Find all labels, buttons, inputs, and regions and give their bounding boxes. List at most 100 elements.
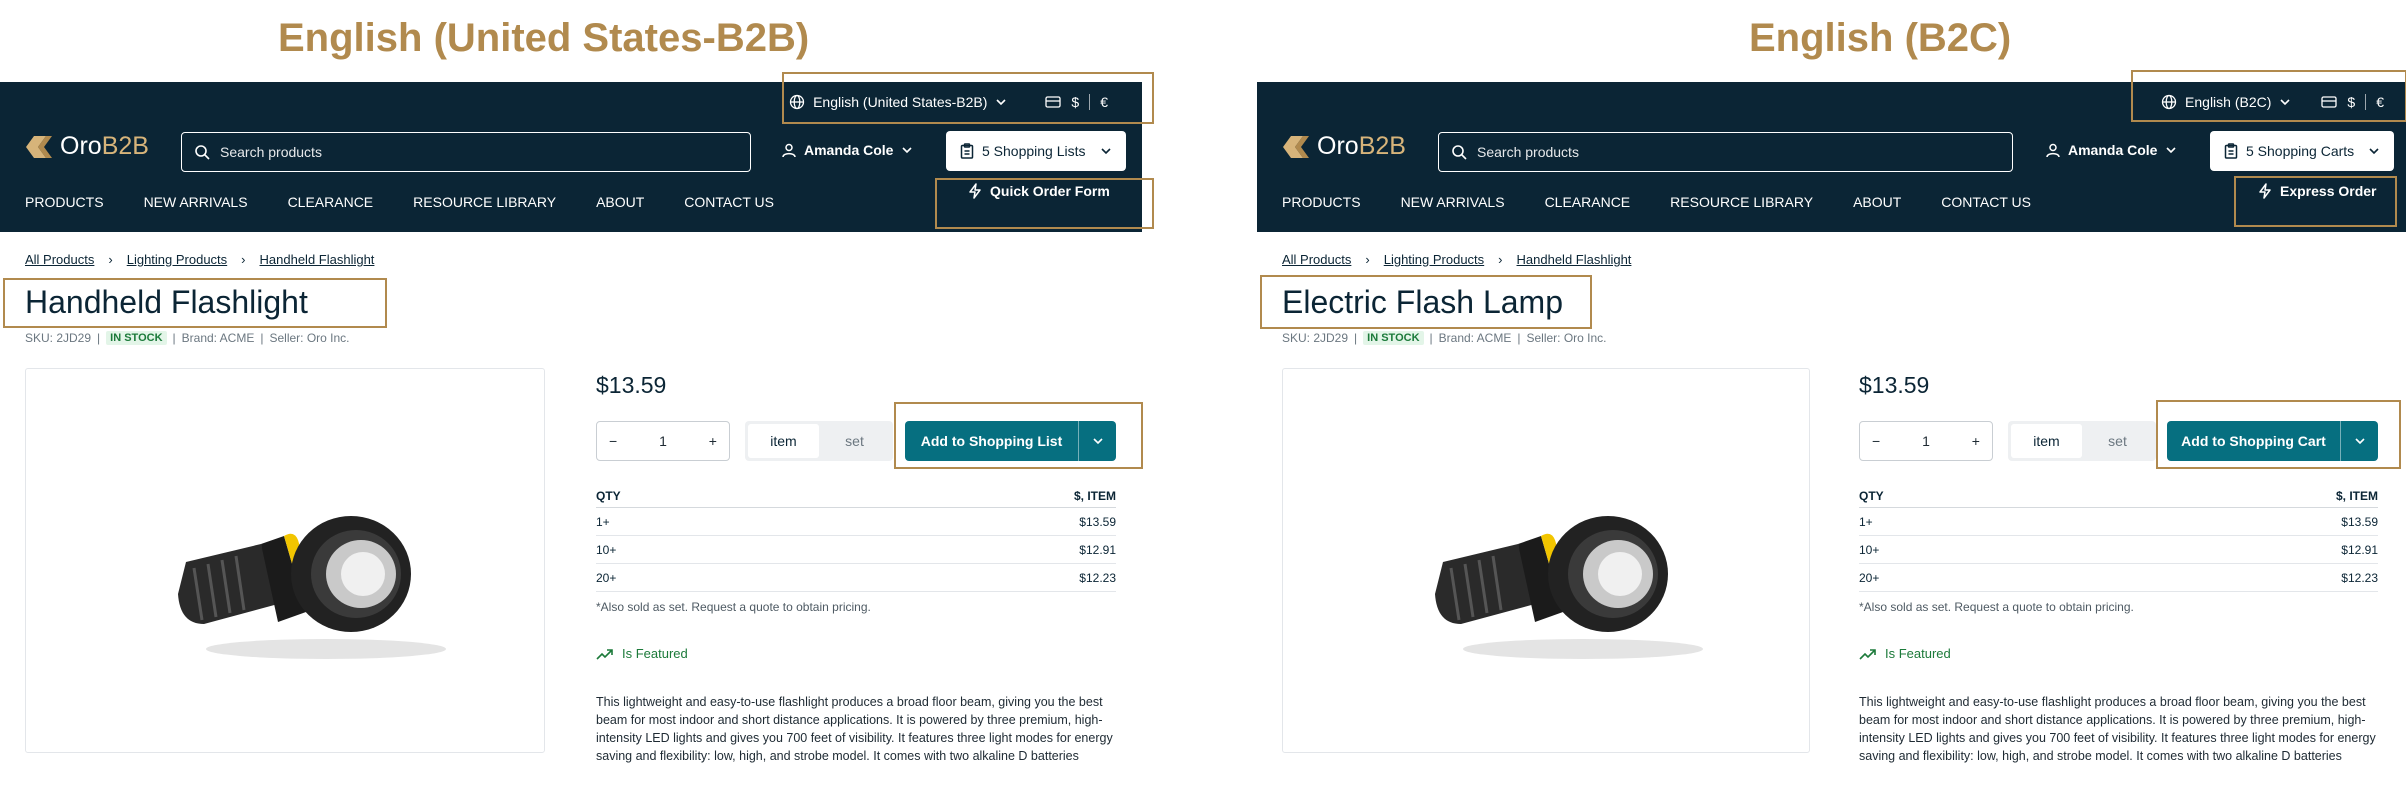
stock-badge: IN STOCK — [106, 331, 167, 345]
chevron-down-icon[interactable] — [1078, 421, 1116, 461]
chevron-right-icon: › — [108, 252, 113, 267]
minus-icon[interactable]: − — [1872, 433, 1880, 449]
unit-item[interactable]: item — [748, 424, 819, 458]
locale-caption: English (B2C) — [1749, 16, 2012, 60]
unit-set[interactable]: set — [2082, 424, 2153, 458]
product-image[interactable] — [1282, 368, 1810, 753]
breadcrumb-all-products[interactable]: All Products — [25, 252, 94, 267]
trending-up-icon — [596, 648, 613, 660]
featured-tag: Is Featured — [1859, 646, 1951, 661]
add-button-label: Add to Shopping Cart — [2181, 433, 2326, 449]
product-title: Electric Flash Lamp — [1282, 284, 1563, 320]
unit-item[interactable]: item — [2011, 424, 2082, 458]
nav-contact-us[interactable]: CONTACT US — [1941, 194, 2031, 210]
table-header: QTY $, ITEM — [1859, 484, 2378, 508]
header-price: $, ITEM — [1073, 488, 1116, 503]
breadcrumb-lighting-products[interactable]: Lighting Products — [1384, 252, 1484, 267]
tier-qty: 10+ — [596, 542, 617, 557]
nav-about[interactable]: ABOUT — [596, 194, 644, 210]
pricing-note: *Also sold as set. Request a quote to ob… — [596, 600, 871, 614]
quantity-stepper: − 1 + — [1859, 421, 1993, 461]
product-description: This lightweight and easy-to-use flashli… — [1859, 695, 2376, 763]
highlight-quick-order — [935, 178, 1154, 229]
breadcrumb-lighting-products[interactable]: Lighting Products — [127, 252, 227, 267]
logo-b2b: B2B — [101, 132, 149, 160]
seller: Seller: Oro Inc. — [269, 331, 350, 345]
quantity-value[interactable]: 1 — [659, 433, 667, 449]
tier-price: $12.91 — [1079, 542, 1116, 557]
shopping-lists-button[interactable]: 5 Shopping Lists — [946, 131, 1126, 171]
logo-icon — [1283, 135, 1309, 158]
search-input[interactable] — [220, 144, 700, 160]
nav-resource-library[interactable]: RESOURCE LIBRARY — [413, 194, 556, 210]
highlight-express-order — [2234, 176, 2397, 227]
search-input[interactable] — [1477, 144, 1957, 160]
user-menu[interactable]: Amanda Cole — [2046, 142, 2177, 158]
header-price: $, ITEM — [2335, 488, 2378, 503]
pricing-note: *Also sold as set. Request a quote to ob… — [1859, 600, 2134, 614]
tier-qty: 10+ — [1859, 542, 1880, 557]
nav-contact-us[interactable]: CONTACT US — [684, 194, 774, 210]
tier-price: $12.23 — [1079, 570, 1116, 585]
nav-new-arrivals[interactable]: NEW ARRIVALS — [1401, 194, 1505, 210]
quantity-value[interactable]: 1 — [1922, 433, 1930, 449]
featured-tag: Is Featured — [596, 646, 688, 661]
logo[interactable]: Oro B2B — [24, 132, 149, 161]
plus-icon[interactable]: + — [1972, 433, 1980, 449]
featured-label: Is Featured — [1885, 646, 1951, 661]
logo[interactable]: Oro B2B — [1281, 132, 1406, 161]
table-row: 10+ $12.91 — [1859, 536, 2378, 564]
shopping-carts-label: 5 Shopping Carts — [2246, 143, 2355, 159]
product-meta: SKU: 2JD29 | IN STOCK | Brand: ACME | Selle… — [25, 331, 350, 345]
nav-products[interactable]: PRODUCTS — [1282, 194, 1361, 210]
chevron-right-icon: › — [1365, 252, 1370, 267]
quantity-stepper: − 1 + — [596, 421, 730, 461]
unit-set[interactable]: set — [819, 424, 890, 458]
chevron-down-icon — [2166, 147, 2177, 154]
breadcrumb-handheld-flashlight[interactable]: Handheld Flashlight — [260, 252, 375, 267]
brand: Brand: ACME — [1438, 331, 1512, 345]
chevron-down-icon[interactable] — [2340, 421, 2378, 461]
tier-price: $12.91 — [2341, 542, 2378, 557]
header-qty: QTY — [1859, 488, 1884, 503]
sku: SKU: 2JD29 — [25, 331, 92, 345]
panel-b2c: English (B2C) English (B2C) $ € OroB2B — [1257, 0, 2406, 794]
sku: SKU: 2JD29 — [1282, 331, 1349, 345]
divider: | — [172, 331, 176, 345]
nav-products[interactable]: PRODUCTS — [25, 194, 104, 210]
table-row: 1+ $13.59 — [1859, 508, 2378, 536]
logo-oro: Oro — [60, 132, 102, 160]
shopping-carts-button[interactable]: 5 Shopping Carts — [2210, 131, 2395, 171]
nav-resource-library[interactable]: RESOURCE LIBRARY — [1670, 194, 1813, 210]
highlight-locale-switcher — [782, 72, 1154, 124]
tier-price: $13.59 — [1079, 514, 1116, 529]
tier-qty: 20+ — [1859, 570, 1880, 585]
chevron-right-icon: › — [1498, 252, 1503, 267]
add-to-shopping-cart-button[interactable]: Add to Shopping Cart — [2167, 421, 2378, 461]
breadcrumb: All Products › Lighting Products › Handh… — [25, 252, 374, 267]
product-meta: SKU: 2JD29 | IN STOCK | Brand: ACME | Selle… — [1282, 331, 1607, 345]
unit-toggle: item set — [2008, 421, 2156, 461]
table-row: 20+ $12.23 — [1859, 564, 2378, 592]
plus-icon[interactable]: + — [709, 433, 717, 449]
breadcrumb-all-products[interactable]: All Products — [1282, 252, 1351, 267]
user-menu[interactable]: Amanda Cole — [782, 142, 913, 158]
nav-about[interactable]: ABOUT — [1853, 194, 1901, 210]
minus-icon[interactable]: − — [609, 433, 617, 449]
main-nav: PRODUCTS NEW ARRIVALS CLEARANCE RESOURCE… — [25, 194, 774, 210]
table-row: 20+ $12.23 — [596, 564, 1116, 592]
add-to-shopping-list-button[interactable]: Add to Shopping List — [905, 421, 1116, 461]
table-header: QTY $, ITEM — [596, 484, 1116, 508]
product-title: Handheld Flashlight — [25, 284, 308, 320]
divider: | — [1517, 331, 1521, 345]
nav-new-arrivals[interactable]: NEW ARRIVALS — [144, 194, 248, 210]
unit-toggle: item set — [745, 421, 893, 461]
clipboard-icon — [960, 143, 974, 159]
nav-clearance[interactable]: CLEARANCE — [1545, 194, 1631, 210]
chevron-down-icon — [2369, 148, 2379, 155]
brand: Brand: ACME — [181, 331, 255, 345]
breadcrumb-handheld-flashlight[interactable]: Handheld Flashlight — [1517, 252, 1632, 267]
seller: Seller: Oro Inc. — [1526, 331, 1607, 345]
nav-clearance[interactable]: CLEARANCE — [288, 194, 374, 210]
product-image[interactable] — [25, 368, 545, 753]
